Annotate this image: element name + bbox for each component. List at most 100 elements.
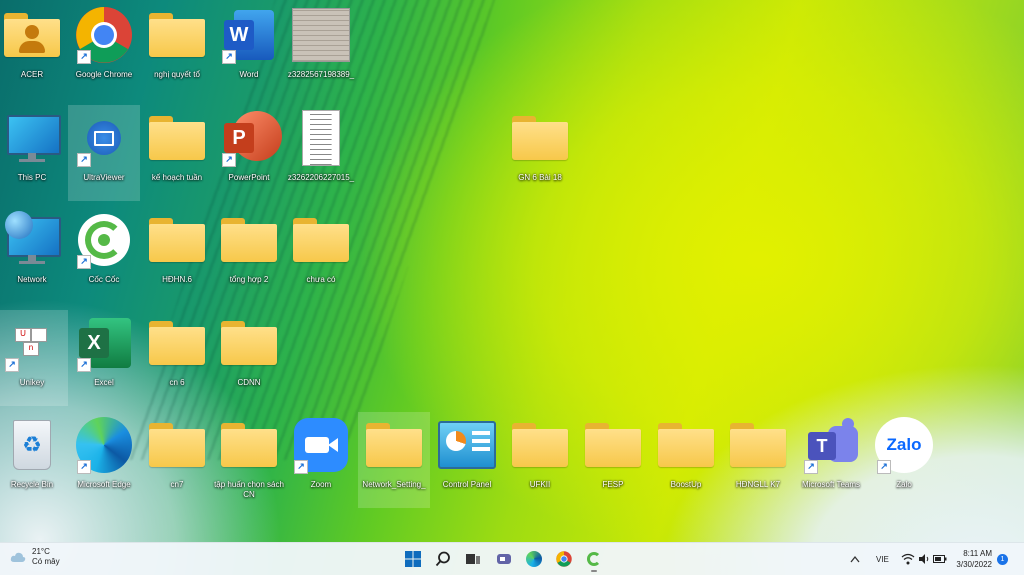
- desktop-icon-unikey[interactable]: U n ↗ Unikey: [0, 310, 68, 406]
- edge-icon: [526, 551, 542, 567]
- icon-label: Google Chrome: [75, 70, 133, 79]
- powerpoint-icon: P ↗: [220, 109, 282, 167]
- icon-label: FESP: [602, 480, 624, 489]
- icon-label: Control Panel: [442, 480, 492, 489]
- user-folder-icon: [3, 6, 61, 64]
- start-button[interactable]: [403, 549, 423, 569]
- search-button[interactable]: [433, 549, 453, 569]
- chat-button[interactable]: [494, 549, 514, 569]
- shortcut-arrow-icon: ↗: [77, 358, 91, 372]
- desktop-icon-gn-6-bai-18[interactable]: GN 6 Bài 18: [504, 105, 576, 201]
- folder-icon: [220, 416, 278, 474]
- icon-label: Unikey: [19, 378, 45, 387]
- desktop-icon-tong-hop-2[interactable]: tổng hợp 2: [213, 207, 285, 303]
- shortcut-arrow-icon: ↗: [77, 255, 91, 269]
- desktop-icon-boostup[interactable]: BoostUp: [650, 412, 722, 508]
- weather-description: Có mây: [32, 557, 60, 566]
- desktop-icon-image-z3282567198389[interactable]: z3282567198389_: [285, 2, 357, 98]
- desktop-icon-fesp[interactable]: FESP: [577, 412, 649, 508]
- desktop-icon-coc-coc[interactable]: ↗ Cốc Cốc: [68, 207, 140, 303]
- shortcut-arrow-icon: ↗: [877, 460, 891, 474]
- desktop-icon-excel[interactable]: X ↗ Excel: [68, 310, 140, 406]
- icon-label: GN 6 Bài 18: [518, 173, 562, 182]
- task-view-button[interactable]: [463, 549, 483, 569]
- icon-label: Network: [17, 275, 47, 284]
- icon-label: Word: [239, 70, 259, 79]
- taskbar-coccoc[interactable]: [584, 549, 604, 572]
- shortcut-arrow-icon: ↗: [77, 50, 91, 64]
- folder-icon: [511, 416, 569, 474]
- desktop-icon-powerpoint[interactable]: P ↗ PowerPoint: [213, 105, 285, 201]
- icon-label: Microsoft Edge: [77, 480, 131, 489]
- desktop-icon-acer[interactable]: ACER: [0, 2, 68, 98]
- folder-icon: [220, 211, 278, 269]
- folder-icon: [584, 416, 642, 474]
- show-hidden-icons-button[interactable]: [848, 549, 862, 569]
- desktop-icon-cn-6[interactable]: cn 6: [141, 310, 213, 406]
- clock[interactable]: 8:11 AM 3/30/2022: [956, 549, 992, 569]
- desktop-icon-zalo[interactable]: Zalo ↗ Zalo: [868, 412, 940, 508]
- desktop-icon-nghi-quyet-to[interactable]: nghị quyết tổ: [141, 2, 213, 98]
- shortcut-arrow-icon: ↗: [804, 460, 818, 474]
- shortcut-arrow-icon: ↗: [5, 358, 19, 372]
- unikey-icon: U n ↗: [3, 314, 61, 372]
- language-indicator[interactable]: VIE: [876, 555, 889, 564]
- zalo-icon: Zalo ↗: [875, 416, 933, 474]
- task-view-icon: [466, 554, 480, 564]
- desktop-icon-cn7[interactable]: cn7: [141, 412, 213, 508]
- desktop-icon-control-panel[interactable]: Control Panel: [431, 412, 503, 508]
- desktop-icon-recycle-bin[interactable]: ♻ Recycle Bin: [0, 412, 68, 508]
- clock-date: 3/30/2022: [956, 560, 992, 569]
- desktop-icon-tap-huan-chon-sach[interactable]: tập huấn chọn sách CN: [213, 412, 285, 508]
- desktop-icon-ke-hoach-tuan[interactable]: kế hoạch tuần: [141, 105, 213, 201]
- shortcut-arrow-icon: ↗: [222, 153, 236, 167]
- document-image-icon: [292, 109, 350, 167]
- desktop-icon-ultraviewer[interactable]: ↗ UltraViewer: [68, 105, 140, 201]
- icon-label: Excel: [94, 378, 114, 387]
- icon-label: PowerPoint: [228, 173, 270, 182]
- wifi-icon: [901, 553, 915, 565]
- desktop-icon-zoom[interactable]: ↗ Zoom: [285, 412, 357, 508]
- icon-label: This PC: [17, 173, 47, 182]
- folder-icon: [148, 109, 206, 167]
- icon-label: HĐHN.6: [162, 275, 192, 284]
- coccoc-icon: [587, 552, 601, 566]
- icon-label: kế hoạch tuần: [151, 173, 203, 182]
- shortcut-arrow-icon: ↗: [77, 153, 91, 167]
- taskbar-edge[interactable]: [524, 549, 544, 569]
- icon-label: ACER: [20, 70, 44, 79]
- icon-label: Cốc Cốc: [88, 275, 120, 284]
- recycle-bin-icon: ♻: [3, 416, 61, 474]
- folder-icon: [148, 416, 206, 474]
- desktop-icon-network[interactable]: Network: [0, 207, 68, 303]
- battery-status[interactable]: [930, 549, 950, 569]
- computer-icon: [3, 109, 61, 167]
- desktop-icon-this-pc[interactable]: This PC: [0, 105, 68, 201]
- desktop-icon-hdhn-6[interactable]: HĐHN.6: [141, 207, 213, 303]
- desktop-icon-google-chrome[interactable]: ↗ Google Chrome: [68, 2, 140, 98]
- teams-chat-icon: [497, 554, 511, 564]
- icon-label: Microsoft Teams: [801, 480, 861, 489]
- folder-icon: [148, 6, 206, 64]
- zoom-icon: ↗: [292, 416, 350, 474]
- desktop-icon-hdngll-k7[interactable]: HĐNGLL K7: [722, 412, 794, 508]
- weather-widget[interactable]: 21°C Có mây: [10, 547, 60, 567]
- icon-label: CDNN: [237, 378, 261, 387]
- icon-label: z3262206227015_: [287, 173, 355, 182]
- battery-icon: [933, 555, 947, 563]
- ultraviewer-icon: ↗: [75, 109, 133, 167]
- taskbar-chrome[interactable]: [554, 549, 574, 569]
- desktop-icon-microsoft-edge[interactable]: ↗ Microsoft Edge: [68, 412, 140, 508]
- desktop-icon-image-z3262206227015[interactable]: z3262206227015_: [285, 105, 357, 201]
- coccoc-icon: ↗: [75, 211, 133, 269]
- desktop-icon-network-setting[interactable]: Network_Setting_: [358, 412, 430, 508]
- desktop-icon-word[interactable]: W ↗ Word: [213, 2, 285, 98]
- notification-badge[interactable]: 1: [997, 554, 1008, 565]
- desktop-icon-ufkii[interactable]: UFKII: [504, 412, 576, 508]
- icon-label: Zoom: [310, 480, 332, 489]
- icon-label: z3282567198389_: [287, 70, 355, 79]
- desktop-icon-microsoft-teams[interactable]: T ↗ Microsoft Teams: [795, 412, 867, 508]
- desktop-icon-chua-co[interactable]: chưa có: [285, 207, 357, 303]
- icon-label: chưa có: [306, 275, 336, 284]
- desktop-icon-cdnn[interactable]: CDNN: [213, 310, 285, 406]
